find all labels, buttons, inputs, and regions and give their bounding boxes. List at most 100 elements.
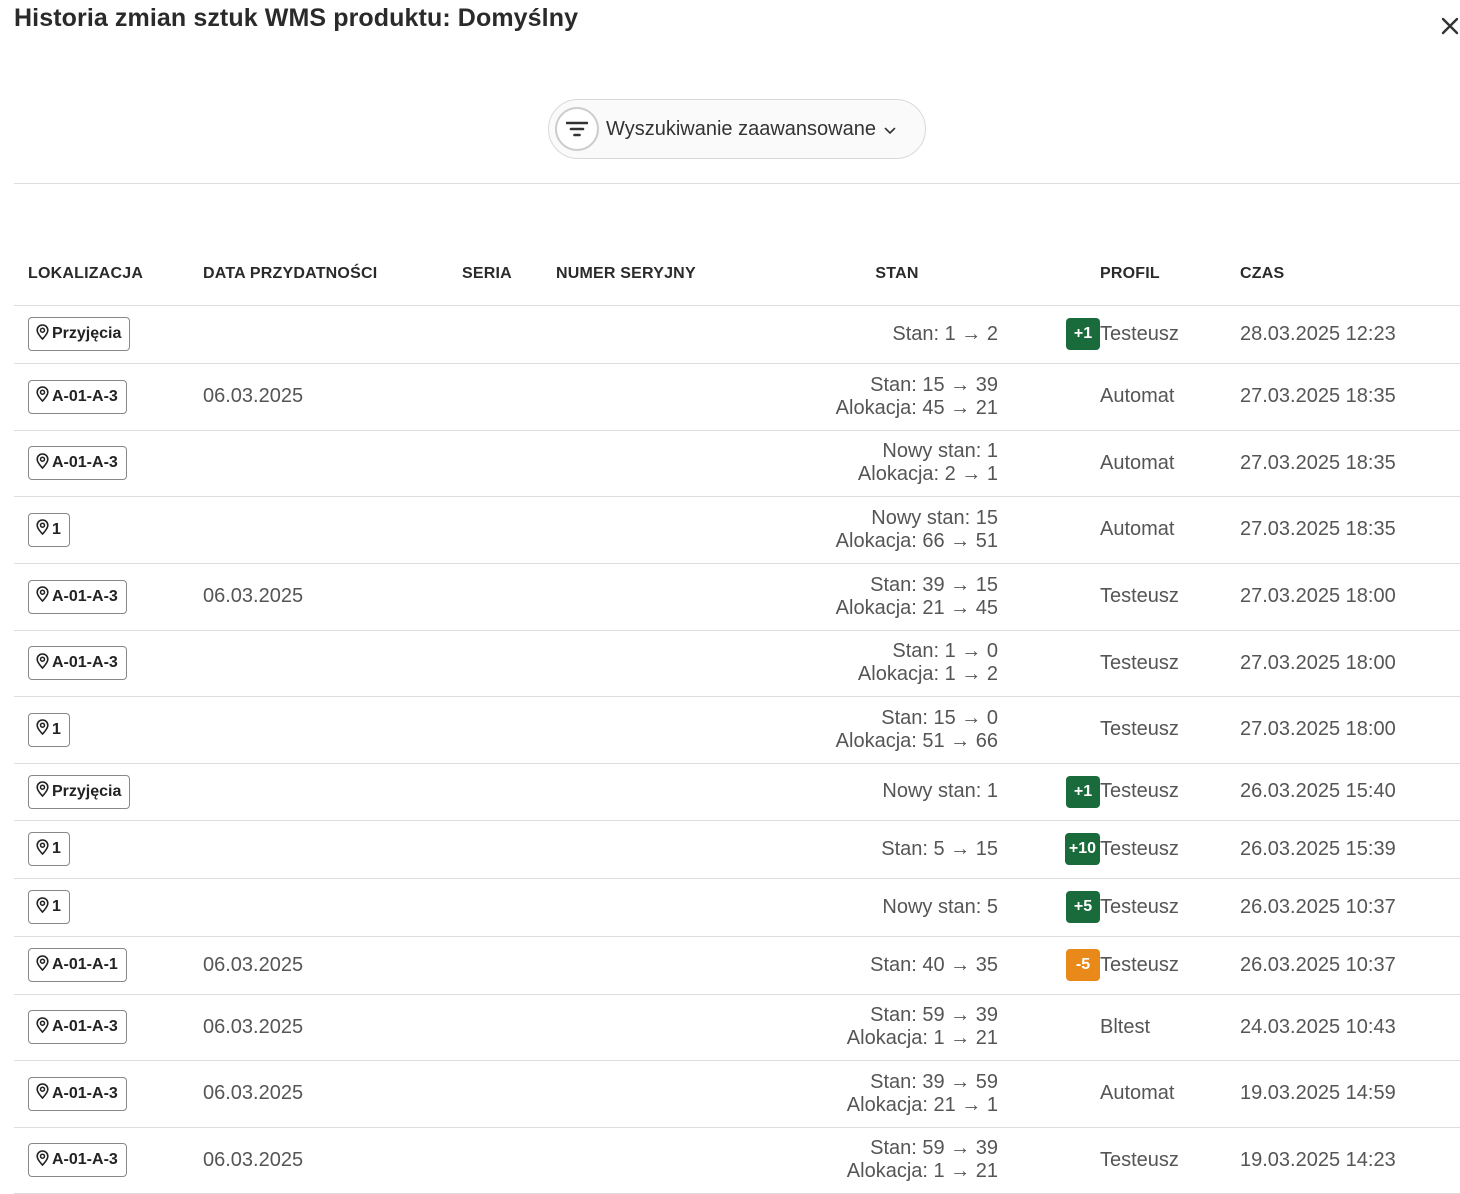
- location-cell: A-01-A-3: [14, 563, 203, 631]
- expiry-cell: [203, 820, 462, 879]
- stan-cell: Nowy stan: 1 Alokacja: 2 → 1: [796, 430, 998, 497]
- serial-cell: [556, 1060, 796, 1128]
- location-label: A-01-A-3: [52, 654, 118, 671]
- delta-cell: +1: [998, 305, 1100, 364]
- series-cell: [462, 936, 556, 995]
- stan-line: Stan: 59 → 39: [870, 1004, 998, 1026]
- expiry-cell: [203, 696, 462, 764]
- series-cell: [462, 1127, 556, 1194]
- stan-line: Stan: 40 → 35: [870, 953, 998, 976]
- stan-cell: Nowy stan: 5: [796, 878, 998, 937]
- location-label: 1: [52, 720, 61, 738]
- expiry-cell: [203, 630, 462, 697]
- stan-line: Stan: 5 → 15: [881, 837, 998, 860]
- time-cell: 26.03.2025 10:37: [1240, 936, 1460, 995]
- table-row: A-01-A-3 Nowy stan: 1 Alokacja: 2 → 1 Aut…: [14, 430, 1460, 497]
- close-icon[interactable]: [1436, 12, 1460, 40]
- series-cell: [462, 820, 556, 879]
- delta-cell: [998, 1127, 1100, 1194]
- delta-badge: +1: [1066, 318, 1100, 350]
- advanced-search-button[interactable]: Wyszukiwanie zaawansowane: [548, 99, 926, 159]
- location-pin-icon: [36, 519, 52, 540]
- location-tag[interactable]: 1: [28, 832, 70, 866]
- series-cell: [462, 496, 556, 564]
- delta-badge: +5: [1066, 891, 1100, 923]
- expiry-cell: 06.03.2025: [203, 363, 462, 431]
- table-row: A-01-A-3 06.03.2025 Stan: 59 → 39 Alokacj…: [14, 994, 1460, 1061]
- col-delta: [998, 244, 1100, 306]
- location-label: Przyjęcia: [52, 325, 122, 342]
- page-title: Historia zmian sztuk WMS produktu: Domyś…: [14, 4, 579, 32]
- expiry-cell: 06.03.2025: [203, 936, 462, 995]
- location-cell: A-01-A-3: [14, 1060, 203, 1128]
- location-cell: A-01-A-1: [14, 936, 203, 995]
- profile-cell: Automat: [1100, 496, 1240, 564]
- table-row: A-01-A-3 06.03.2025 Stan: 59 → 39 Alokacj…: [14, 1127, 1460, 1194]
- col-seria: SERIA: [462, 244, 556, 306]
- expiry-cell: [203, 430, 462, 497]
- location-label: 1: [52, 898, 61, 915]
- location-label: A-01-A-3: [52, 587, 118, 605]
- stan-line: Alokacja: 51 → 66: [835, 729, 998, 752]
- location-tag[interactable]: 1: [28, 512, 70, 547]
- location-cell: 1: [14, 496, 203, 564]
- location-cell: A-01-A-3: [14, 430, 203, 497]
- divider: [14, 183, 1460, 184]
- serial-cell: [556, 630, 796, 697]
- series-cell: [462, 994, 556, 1061]
- stan-line: Alokacja: 21 → 45: [835, 596, 998, 619]
- location-cell: Przyjęcia: [14, 763, 203, 821]
- stan-line: Stan: 1 → 0: [892, 640, 998, 662]
- delta-cell: +10: [998, 820, 1100, 879]
- profile-cell: Testeusz: [1100, 696, 1240, 764]
- expiry-cell: [203, 305, 462, 364]
- location-label: Przyjęcia: [52, 782, 122, 800]
- stan-cell: Stan: 1 → 0 Alokacja: 1 → 2: [796, 630, 998, 697]
- location-tag[interactable]: A-01-A-3: [28, 379, 127, 414]
- location-tag[interactable]: A-01-A-3: [28, 1076, 127, 1111]
- profile-cell: Testeusz: [1100, 763, 1240, 821]
- location-tag[interactable]: Przyjęcia: [28, 317, 131, 351]
- serial-cell: [556, 496, 796, 564]
- location-tag[interactable]: Przyjęcia: [28, 774, 131, 809]
- time-cell: 27.03.2025 18:35: [1240, 430, 1460, 497]
- location-cell: 1: [14, 820, 203, 879]
- location-tag[interactable]: A-01-A-3: [28, 446, 127, 480]
- stan-line: Nowy stan: 15: [871, 506, 998, 529]
- table-row: A-01-A-3 Stan: 1 → 0 Alokacja: 1 → 2 Test…: [14, 630, 1460, 697]
- delta-cell: -5: [998, 936, 1100, 995]
- table-row: Przyjęcia Stan: 1 → 2 +1 Testeusz 28.03.…: [14, 305, 1460, 364]
- location-tag[interactable]: A-01-A-3: [28, 646, 127, 680]
- location-pin-icon: [36, 452, 52, 474]
- delta-cell: +1: [998, 763, 1100, 821]
- location-tag[interactable]: A-01-A-3: [28, 1143, 127, 1177]
- serial-cell: [556, 305, 796, 364]
- stan-line: Nowy stan: 1: [882, 440, 998, 462]
- profile-cell: Testeusz: [1100, 1127, 1240, 1194]
- location-pin-icon: [36, 1083, 52, 1104]
- location-pin-icon: [36, 1016, 52, 1038]
- location-tag[interactable]: A-01-A-3: [28, 579, 127, 614]
- location-label: A-01-A-3: [52, 1151, 118, 1168]
- stan-cell: Stan: 59 → 39 Alokacja: 1 → 21: [796, 994, 998, 1061]
- table-row: A-01-A-3 06.03.2025 Stan: 39 → 15 Alokacj…: [14, 563, 1460, 631]
- stan-cell: Stan: 5 → 15: [796, 820, 998, 879]
- location-label: 1: [52, 840, 61, 857]
- series-cell: [462, 630, 556, 697]
- location-tag[interactable]: 1: [28, 712, 70, 747]
- location-tag[interactable]: A-01-A-3: [28, 1010, 127, 1044]
- time-cell: 27.03.2025 18:35: [1240, 363, 1460, 431]
- delta-badge: -5: [1066, 949, 1100, 981]
- location-pin-icon: [36, 719, 52, 740]
- profile-cell: Testeusz: [1100, 563, 1240, 631]
- stan-line: Alokacja: 66 → 51: [835, 529, 998, 552]
- series-cell: [462, 305, 556, 364]
- time-cell: 19.03.2025 14:23: [1240, 1127, 1460, 1194]
- expiry-cell: 06.03.2025: [203, 1060, 462, 1128]
- delta-cell: [998, 630, 1100, 697]
- location-tag[interactable]: A-01-A-1: [28, 948, 127, 982]
- col-data-przydatnosci: DATA PRZYDATNOŚCI: [203, 244, 462, 306]
- location-cell: A-01-A-3: [14, 630, 203, 697]
- serial-cell: [556, 430, 796, 497]
- location-tag[interactable]: 1: [28, 890, 70, 924]
